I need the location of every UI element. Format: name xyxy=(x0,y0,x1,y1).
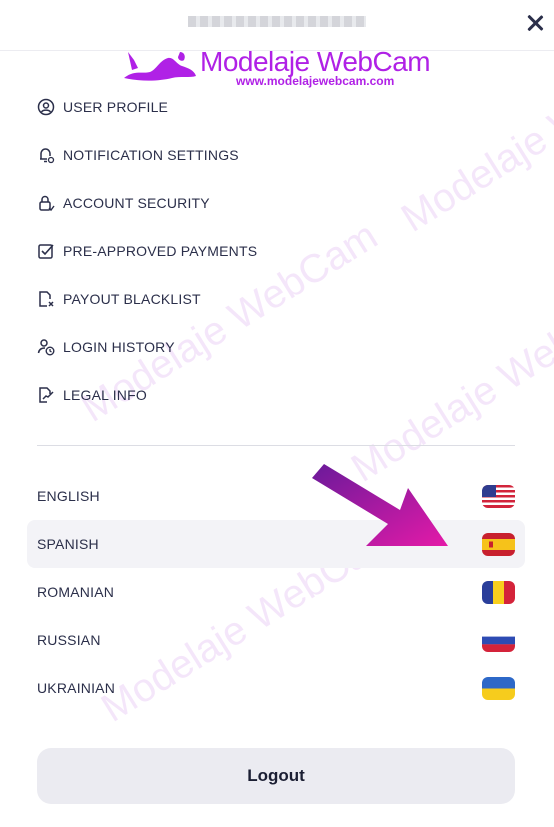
logo-silhouette-icon xyxy=(124,52,196,81)
logout-button[interactable]: Logout xyxy=(37,748,515,804)
lock-icon xyxy=(37,194,55,212)
language-label: RUSSIAN xyxy=(37,632,101,648)
language-option-ukrainian[interactable]: UKRAINIAN xyxy=(27,664,525,712)
menu-item-label: PRE-APPROVED PAYMENTS xyxy=(63,243,258,259)
user-profile-icon xyxy=(37,98,55,116)
bell-settings-icon xyxy=(37,146,55,164)
blurred-username xyxy=(188,16,366,27)
menu-item-payout-blacklist[interactable]: PAYOUT BLACKLIST xyxy=(37,275,517,323)
menu-item-notification-settings[interactable]: NOTIFICATION SETTINGS xyxy=(37,131,517,179)
language-label: ROMANIAN xyxy=(37,584,115,600)
menu-item-label: USER PROFILE xyxy=(63,99,169,115)
ro-flag-icon xyxy=(482,580,515,604)
menu-item-label: LEGAL INFO xyxy=(63,387,147,403)
language-label: ENGLISH xyxy=(37,488,100,504)
menu-item-legal-info[interactable]: LEGAL INFO xyxy=(37,371,517,419)
menu-item-label: NOTIFICATION SETTINGS xyxy=(63,147,239,163)
menu-item-pre-approved-payments[interactable]: PRE-APPROVED PAYMENTS xyxy=(37,227,517,275)
us-flag-icon xyxy=(482,484,515,508)
ru-flag-icon xyxy=(482,628,515,652)
language-list: ENGLISH SPANISH ROMANIAN RUSSIAN UKRAINI… xyxy=(27,472,525,712)
close-icon[interactable] xyxy=(524,12,546,34)
menu-item-user-profile[interactable]: USER PROFILE xyxy=(37,83,517,131)
language-label: SPANISH xyxy=(37,536,99,552)
user-clock-icon xyxy=(37,338,55,356)
ua-flag-icon xyxy=(482,676,515,700)
menu-item-login-history[interactable]: LOGIN HISTORY xyxy=(37,323,517,371)
menu-item-account-security[interactable]: ACCOUNT SECURITY xyxy=(37,179,517,227)
language-label: UKRAINIAN xyxy=(37,680,116,696)
language-option-english[interactable]: ENGLISH xyxy=(27,472,525,520)
language-option-spanish[interactable]: SPANISH xyxy=(27,520,525,568)
document-edit-icon xyxy=(37,386,55,404)
document-x-icon xyxy=(37,290,55,308)
menu-item-label: LOGIN HISTORY xyxy=(63,339,175,355)
modal-header xyxy=(0,0,554,51)
menu-item-label: PAYOUT BLACKLIST xyxy=(63,291,201,307)
language-option-romanian[interactable]: ROMANIAN xyxy=(27,568,525,616)
es-flag-icon xyxy=(482,532,515,556)
divider xyxy=(37,445,515,446)
checklist-icon xyxy=(37,242,55,260)
menu-item-label: ACCOUNT SECURITY xyxy=(63,195,210,211)
settings-menu: USER PROFILE NOTIFICATION SETTINGS ACCOU… xyxy=(37,83,517,419)
language-option-russian[interactable]: RUSSIAN xyxy=(27,616,525,664)
